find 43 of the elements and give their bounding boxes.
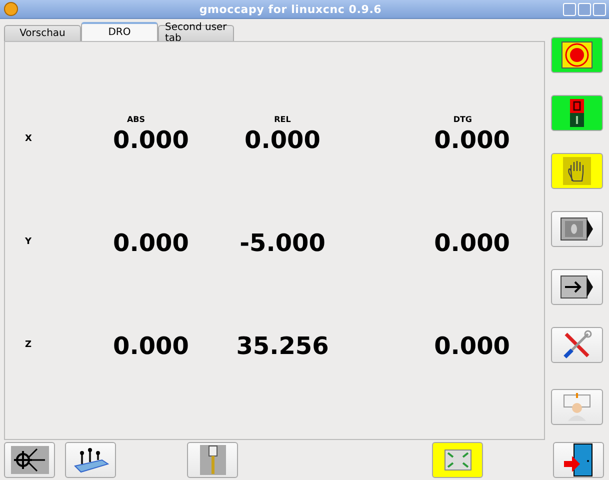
app-logo-icon bbox=[4, 2, 18, 16]
keyboard-key-icon bbox=[560, 217, 594, 241]
arrow-key-icon bbox=[560, 275, 594, 299]
position-readout: 0.000 bbox=[112, 124, 190, 156]
tab[interactable]: Second user tab bbox=[158, 24, 234, 41]
touchoff-button[interactable] bbox=[65, 442, 116, 478]
position-readout: 35.256 bbox=[235, 330, 330, 362]
exit-button[interactable] bbox=[553, 442, 604, 478]
axis-label: Y bbox=[24, 236, 33, 249]
power-button[interactable] bbox=[551, 95, 603, 131]
window-title: gmoccapy for linuxcnc 0.9.6 bbox=[198, 2, 383, 16]
axis-label: X bbox=[24, 132, 33, 146]
hand-icon bbox=[563, 157, 591, 185]
user-button[interactable] bbox=[551, 389, 603, 425]
column-header: ABS bbox=[126, 114, 146, 124]
tab[interactable]: Vorschau bbox=[4, 24, 81, 41]
position-readout: 0.000 bbox=[244, 124, 322, 156]
position-readout: -5.000 bbox=[238, 228, 326, 259]
mdi-button[interactable] bbox=[551, 211, 603, 247]
fullscreen-icon bbox=[444, 449, 472, 472]
axis-label: Z bbox=[24, 338, 33, 352]
exit-door-icon bbox=[562, 443, 596, 478]
user-icon bbox=[562, 392, 592, 422]
column-header: DTG bbox=[452, 114, 473, 124]
power-switch-icon bbox=[570, 99, 584, 127]
drill-bit-icon bbox=[200, 445, 226, 476]
probe-block-icon bbox=[72, 446, 110, 474]
column-header: REL bbox=[273, 114, 292, 124]
position-readout: 0.000 bbox=[112, 330, 190, 362]
homing-button[interactable] bbox=[4, 442, 55, 478]
estop-icon bbox=[561, 41, 593, 69]
position-readout: 0.000 bbox=[433, 228, 511, 259]
manual-button[interactable] bbox=[551, 153, 603, 189]
settings-button[interactable] bbox=[551, 327, 603, 363]
crosshair-arrows-icon bbox=[10, 446, 48, 474]
position-readout: 0.000 bbox=[112, 228, 190, 259]
position-readout: 0.000 bbox=[433, 330, 511, 362]
auto-button[interactable] bbox=[551, 269, 603, 305]
tools-icon bbox=[562, 330, 592, 360]
estop-button[interactable] bbox=[551, 37, 603, 73]
position-readout: 0.000 bbox=[433, 124, 511, 156]
fullscreen-button[interactable] bbox=[432, 442, 483, 478]
tab[interactable]: DRO bbox=[81, 22, 158, 41]
